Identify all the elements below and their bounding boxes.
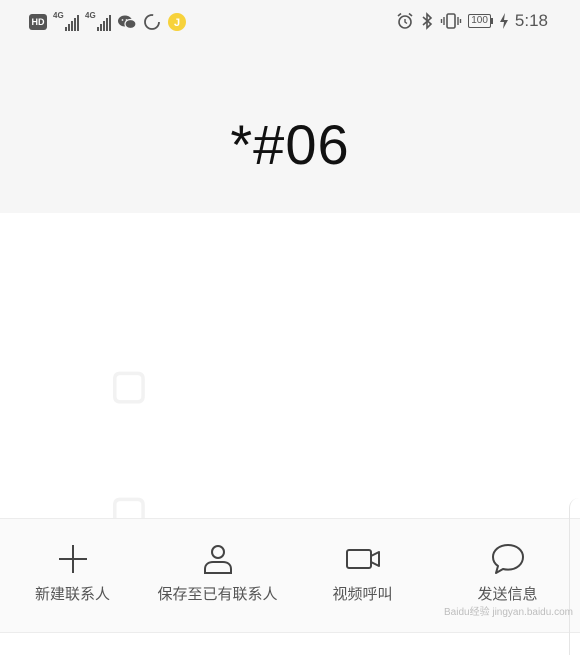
video-camera-icon xyxy=(345,549,380,569)
save-to-existing-contact-button[interactable]: 保存至已有联系人 xyxy=(145,519,290,632)
watermark: Baidu经验 jingyan.baidu.com xyxy=(444,607,573,618)
sync-icon xyxy=(144,14,160,30)
app-notification-icon: J xyxy=(168,13,186,31)
status-bar: HD 4G 4G J 100 5:18 xyxy=(0,0,580,46)
video-call-label: 视频呼叫 xyxy=(332,585,393,603)
vibrate-icon xyxy=(441,13,462,29)
signal-4g-icon: 4G xyxy=(53,11,79,31)
wechat-icon xyxy=(118,15,137,30)
scrollbar[interactable] xyxy=(569,498,580,655)
chat-bubble-icon xyxy=(491,544,524,574)
new-contact-button[interactable]: 新建联系人 xyxy=(0,519,145,632)
clock: 5:18 xyxy=(514,11,548,30)
send-message-label: 发送信息 xyxy=(477,585,538,603)
dialed-number[interactable]: *#06 xyxy=(0,112,580,177)
alarm-icon xyxy=(397,12,413,29)
background-ghost: ▢ xyxy=(110,363,148,407)
svg-text:J: J xyxy=(174,17,180,29)
signal-4g-icon: 4G xyxy=(85,11,111,31)
bluetooth-icon xyxy=(422,12,433,30)
person-icon xyxy=(203,545,232,574)
new-contact-label: 新建联系人 xyxy=(34,585,110,603)
video-call-button[interactable]: 视频呼叫 xyxy=(290,519,435,632)
plus-icon xyxy=(58,545,87,573)
battery-icon: 100 xyxy=(468,14,493,28)
save-to-existing-contact-label: 保存至已有联系人 xyxy=(157,585,278,603)
charging-icon xyxy=(499,13,508,29)
hd-icon: HD xyxy=(29,14,47,30)
